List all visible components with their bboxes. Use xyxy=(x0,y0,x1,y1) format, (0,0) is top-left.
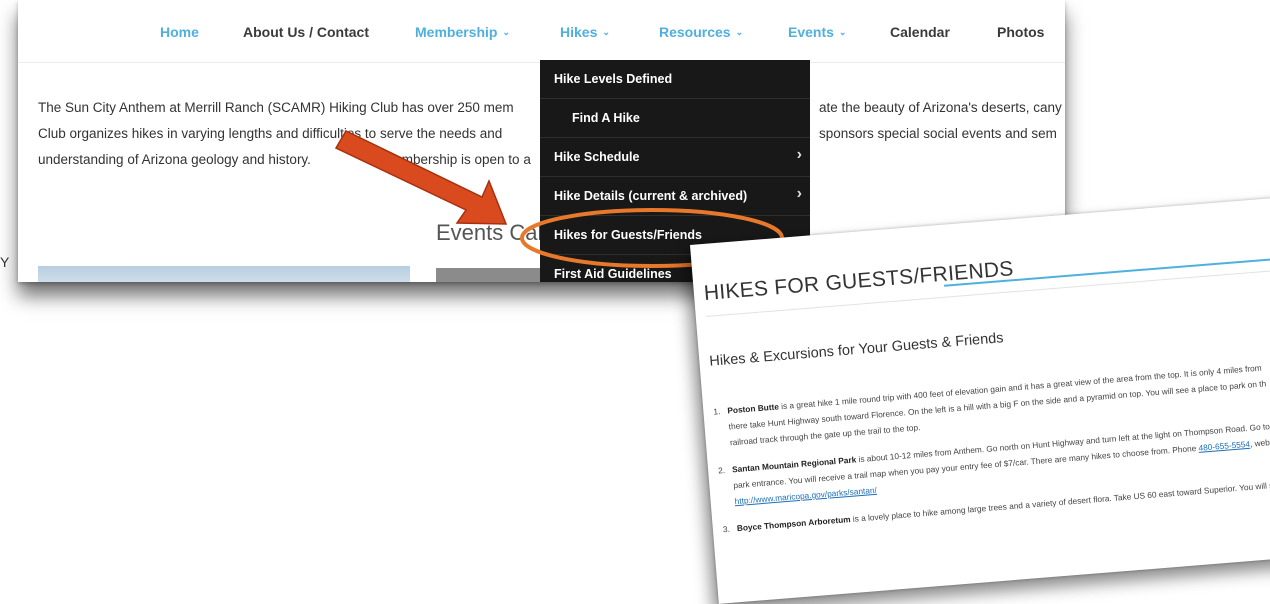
page-subtitle: Hikes & Excursions for Your Guests & Fri… xyxy=(708,330,1005,370)
list-number: 2. xyxy=(717,464,726,476)
hike-list: 1. Poston Butte is a great hike 1 mile r… xyxy=(713,356,1270,549)
list-number: 1. xyxy=(713,406,721,417)
hike-text: , webs xyxy=(1249,436,1270,449)
list-number: 3. xyxy=(722,523,731,535)
hike-name: Boyce Thompson Arboretum xyxy=(736,514,851,534)
page-title: HIKES FOR GUESTS/FRIENDS xyxy=(703,257,1015,306)
stray-text: Y xyxy=(0,254,10,270)
guests-page-screenshot: HIKES FOR GUESTS/FRIENDS Hikes & Excursi… xyxy=(690,196,1270,604)
hike-name: Poston Butte xyxy=(726,401,780,416)
phone-link[interactable]: 480-655-5554 xyxy=(1198,439,1250,453)
red-arrow-icon xyxy=(334,130,508,225)
